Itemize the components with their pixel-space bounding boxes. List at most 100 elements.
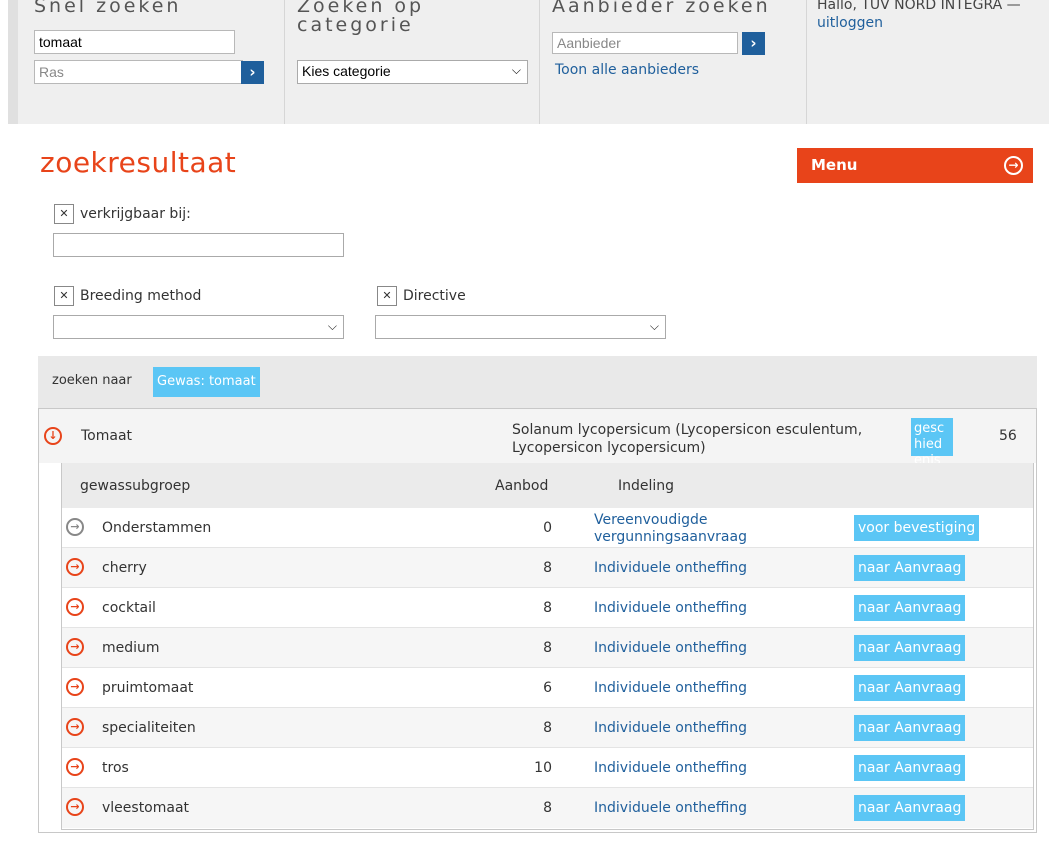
chevron-down-icon: ⌵ [649, 319, 659, 333]
classification-link[interactable]: Vereenvoudigde vergunningsaanvraag [594, 512, 844, 546]
action-button[interactable]: naar Aanvraag [854, 675, 966, 701]
action-button[interactable]: naar Aanvraag [854, 795, 966, 821]
quick-search-section: Snel zoeken › [34, 0, 279, 124]
table-row[interactable]: → cocktail 8 Individuele ontheffing naar… [62, 588, 1033, 628]
available-at-input[interactable] [53, 233, 344, 257]
subgroup-count: 0 [543, 520, 552, 536]
filter-breeding-method: ✕ Breeding method [54, 286, 201, 306]
quick-search-title: Snel zoeken [34, 0, 182, 17]
classification-link[interactable]: Individuele ontheffing [594, 640, 844, 656]
logout-link[interactable]: uitloggen [817, 14, 1049, 32]
table-row[interactable]: → vleestomaat 8 Individuele ontheffing n… [62, 788, 1033, 828]
subgroup-table-header: gewassubgroep Aanbod Indeling [62, 463, 1033, 508]
category-select-value: Kies categorie [302, 63, 391, 79]
action-button[interactable]: voor bevestiging [854, 515, 980, 541]
arrow-right-circle-icon[interactable]: → [66, 758, 84, 776]
arrow-right-circle-icon[interactable]: → [66, 798, 84, 816]
remove-filter-available-at-button[interactable]: ✕ [54, 204, 74, 224]
classification-link[interactable]: Individuele ontheffing [594, 600, 844, 616]
user-section: Hallo, TÜV NORD INTEGRA — uitloggen [806, 0, 1049, 124]
table-row[interactable]: → tros 10 Individuele ontheffing naar Aa… [62, 748, 1033, 788]
chevron-right-icon: › [750, 34, 757, 52]
arrow-right-circle-icon[interactable]: → [66, 718, 84, 736]
subgroup-count: 8 [543, 720, 552, 736]
top-search-bar: Snel zoeken › Zoeken op categorie Kies c… [0, 0, 1049, 124]
page-title: zoekresultaat [40, 146, 237, 179]
crop-offer-count: 56 [999, 428, 1017, 444]
action-button[interactable]: naar Aanvraag [854, 715, 966, 741]
quick-search-go-button[interactable]: › [241, 61, 264, 84]
category-select[interactable]: Kies categorie ⌵ [297, 60, 528, 84]
filter-available-at: ✕ verkrijgbaar bij: [54, 204, 191, 224]
action-button[interactable]: naar Aanvraag [854, 635, 966, 661]
filter-available-at-label: verkrijgbaar bij: [80, 206, 191, 222]
menu-button[interactable]: Menu → [797, 148, 1033, 183]
variety-search-input[interactable] [34, 60, 243, 84]
supplier-search-title: Aanbieder zoeken [552, 0, 771, 17]
active-search-strip: zoeken naar Gewas: tomaat [38, 356, 1037, 408]
table-row[interactable]: → medium 8 Individuele ontheffing naar A… [62, 628, 1033, 668]
arrow-right-circle-icon[interactable]: → [66, 678, 84, 696]
action-button[interactable]: naar Aanvraag [854, 755, 966, 781]
crop-latin-name: Solanum lycopersicum (Lycopersicon escul… [512, 422, 863, 456]
subgroup-name: tros [102, 760, 129, 776]
classification-link[interactable]: Individuele ontheffing [594, 800, 844, 816]
subgroup-count: 8 [543, 800, 552, 816]
subgroup-count: 8 [543, 640, 552, 656]
arrow-right-circle-icon: → [1004, 156, 1023, 175]
subgroup-name: specialiteiten [102, 720, 196, 736]
table-row[interactable]: → cherry 8 Individuele ontheffing naar A… [62, 548, 1033, 588]
subgroup-count: 8 [543, 600, 552, 616]
subgroup-count: 10 [534, 760, 552, 776]
table-row[interactable]: → Onderstammen 0 Vereenvoudigde vergunni… [62, 508, 1033, 548]
arrow-right-circle-icon[interactable]: → [66, 598, 84, 616]
subgroup-name: vleestomaat [102, 800, 190, 816]
crop-search-input[interactable] [34, 30, 235, 54]
arrow-right-circle-icon[interactable]: → [66, 558, 84, 576]
supplier-search-go-button[interactable]: › [742, 32, 765, 55]
classification-link[interactable]: Individuele ontheffing [594, 560, 844, 576]
top-search-panel: Snel zoeken › Zoeken op categorie Kies c… [8, 0, 1049, 124]
arrow-right-circle-icon[interactable]: → [66, 638, 84, 656]
remove-filter-directive-button[interactable]: ✕ [377, 286, 397, 306]
column-header-classification: Indeling [618, 478, 675, 494]
action-button[interactable]: naar Aanvraag [854, 595, 966, 621]
action-button[interactable]: naar Aanvraag [854, 555, 966, 581]
classification-link[interactable]: Individuele ontheffing [594, 760, 844, 776]
subgroup-name: cocktail [102, 600, 156, 616]
subgroup-count: 6 [543, 680, 552, 696]
menu-button-label: Menu [811, 156, 858, 174]
crop-row[interactable]: ↓ Tomaat Solanum lycopersicum (Lycopersi… [39, 409, 1036, 468]
supplier-search-input[interactable] [552, 32, 738, 54]
active-search-tag[interactable]: Gewas: tomaat [153, 367, 260, 397]
filter-directive-label: Directive [403, 288, 466, 304]
breeding-method-select[interactable]: ⌵ [53, 315, 344, 339]
directive-select[interactable]: ⌵ [375, 315, 666, 339]
category-search-section: Zoeken op categorie Kies categorie ⌵ [284, 0, 534, 124]
table-row[interactable]: → specialiteiten 8 Individuele ontheffin… [62, 708, 1033, 748]
chevron-down-icon: ⌵ [511, 63, 521, 77]
classification-link[interactable]: Individuele ontheffing [594, 680, 844, 696]
classification-link[interactable]: Individuele ontheffing [594, 720, 844, 736]
table-row[interactable]: → pruimtomaat 6 Individuele ontheffing n… [62, 668, 1033, 708]
chevron-right-icon: › [249, 63, 256, 81]
chevron-down-icon: ⌵ [327, 319, 337, 333]
subgroup-name: medium [102, 640, 160, 656]
subgroup-count: 8 [543, 560, 552, 576]
filter-breeding-method-label: Breeding method [80, 288, 202, 304]
column-header-subgroup: gewassubgroep [80, 478, 191, 494]
supplier-search-section: Aanbieder zoeken › Toon alle aanbieders [539, 0, 807, 124]
arrow-down-circle-icon[interactable]: ↓ [44, 427, 62, 445]
subgroup-table: gewassubgroep Aanbod Indeling → Ondersta… [61, 463, 1034, 830]
history-button[interactable]: geschiedenis [911, 418, 953, 468]
user-greeting: Hallo, TÜV NORD INTEGRA — [817, 0, 1021, 13]
subgroup-name: cherry [102, 560, 147, 576]
column-header-offer: Aanbod [495, 478, 549, 494]
subgroup-name: pruimtomaat [102, 680, 194, 696]
search-for-label: zoeken naar [52, 373, 132, 388]
subgroup-name: Onderstammen [102, 520, 212, 536]
arrow-right-circle-icon[interactable]: → [66, 518, 84, 536]
show-all-suppliers-link[interactable]: Toon alle aanbieders [555, 61, 699, 79]
remove-filter-breeding-method-button[interactable]: ✕ [54, 286, 74, 306]
crop-name: Tomaat [81, 428, 133, 444]
